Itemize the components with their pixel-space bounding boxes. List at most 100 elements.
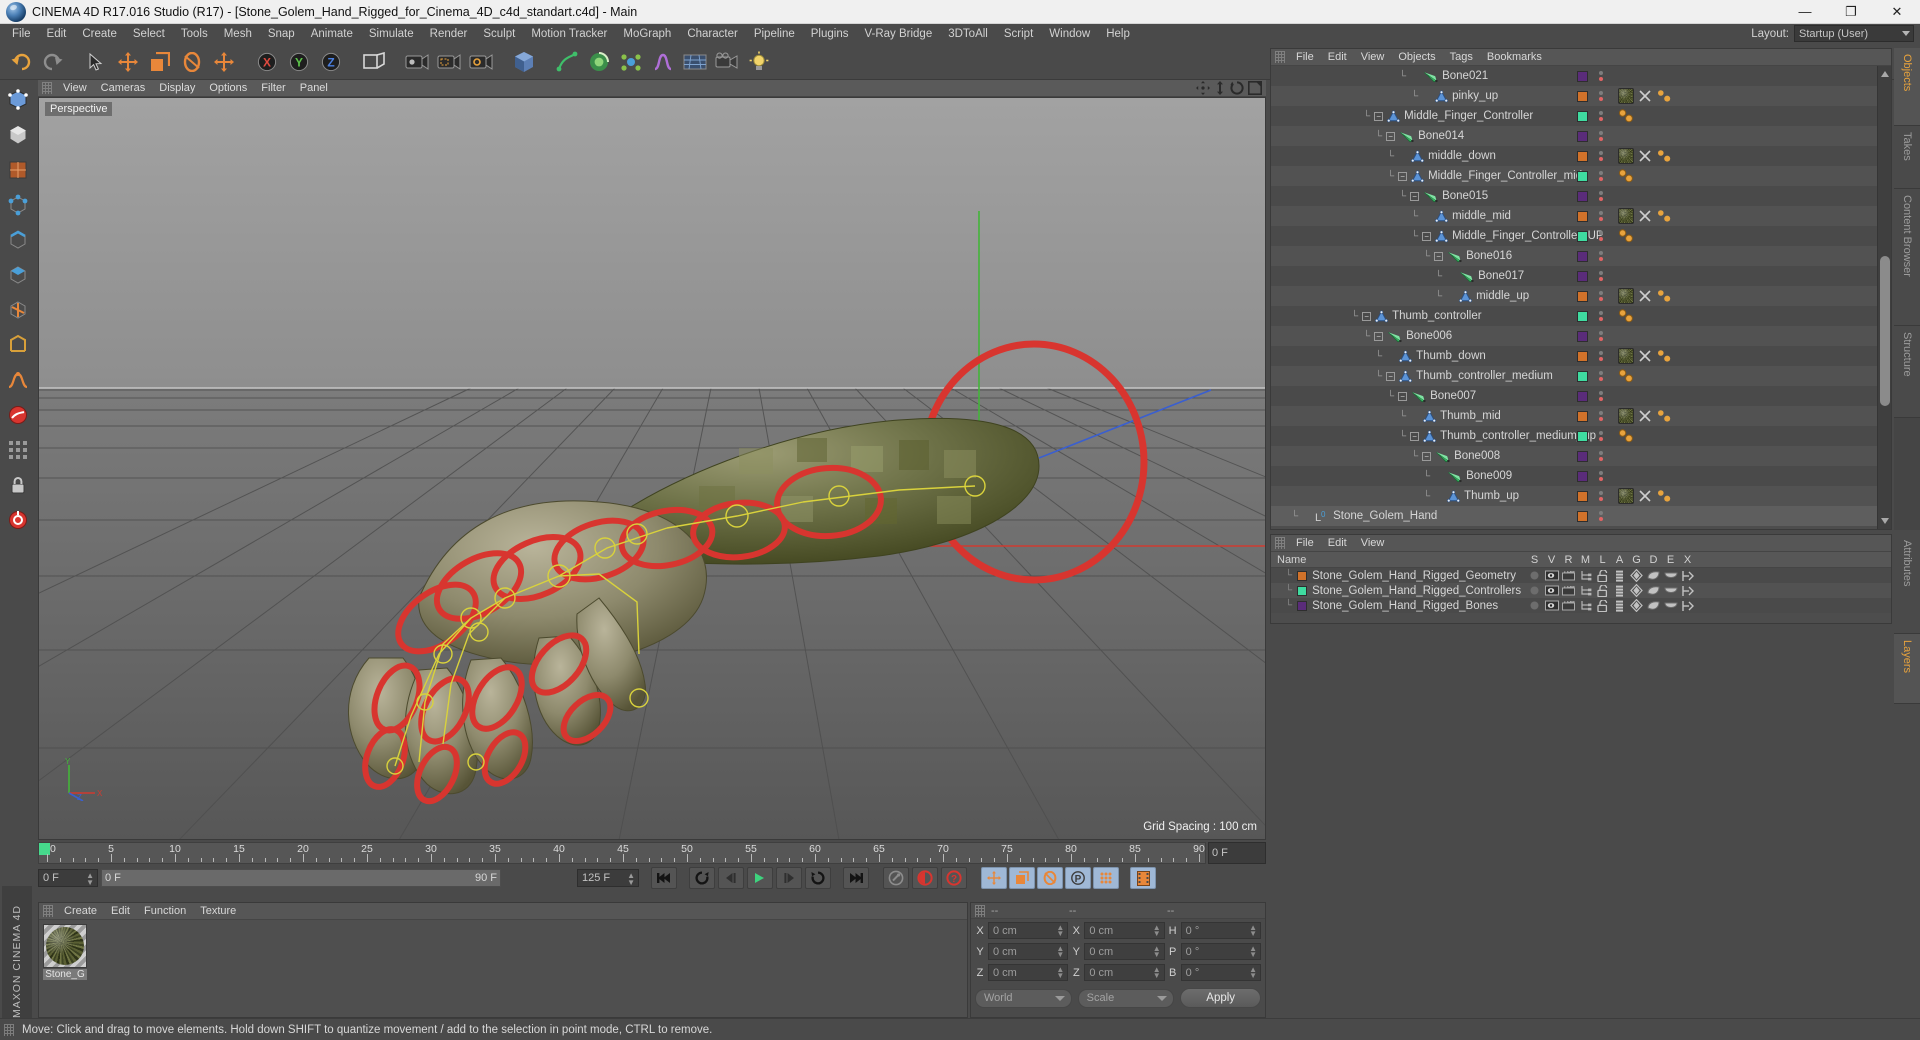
world-object-coord-button[interactable] [359,47,389,77]
polygons-mode-button[interactable] [1,258,35,292]
object-row[interactable]: └ − Middle_Finger_Controller [1271,106,1877,126]
visibility-dots[interactable] [1596,171,1606,181]
object-tag[interactable] [1635,408,1654,425]
layer-toggle-cell[interactable] [1645,600,1662,612]
generators-icon[interactable] [1630,599,1643,612]
render-visibility-dot[interactable] [1599,377,1603,381]
editor-visibility-dot[interactable] [1599,411,1603,415]
current-frame-marker[interactable] [39,843,50,855]
coord-size-field[interactable]: 0 cm ▲ ▼ [1084,943,1165,960]
layer-color-chip[interactable] [1577,450,1588,462]
skin-tag-icon[interactable] [1656,488,1672,504]
layer-color-chip[interactable] [1577,350,1588,362]
layer-toggle-cell[interactable] [1577,600,1594,611]
object-tag[interactable] [1616,368,1635,385]
menu-edit[interactable]: Edit [39,24,75,44]
editor-visibility-dot[interactable] [1599,171,1603,175]
next-frame-button[interactable] [776,867,802,889]
object-name-cell[interactable]: └ middle_down [1271,149,1496,163]
object-name-cell[interactable]: └ − Bone007 [1271,390,1476,403]
spinner-icon[interactable]: ▲ ▼ [1056,945,1064,959]
spline-pen-button[interactable] [552,47,582,77]
expressions-icon[interactable] [1663,571,1678,581]
weight-tag-icon[interactable] [1637,148,1653,164]
record-active-objects-button[interactable] [912,867,938,889]
material-item[interactable]: Stone_G [43,924,87,980]
visibility-dots[interactable] [1596,411,1606,421]
layer-color-chip[interactable] [1577,490,1588,502]
coord-size-field[interactable]: 0 cm ▲ ▼ [1084,964,1165,981]
deformers-icon[interactable] [1646,600,1661,612]
object-name-cell[interactable]: └ − Bone008 [1271,450,1500,463]
render-visibility-dot[interactable] [1599,177,1603,181]
object-name-cell[interactable]: └ − Thumb_controller [1271,309,1482,323]
panel-grip-icon-objects[interactable] [1275,51,1285,63]
expressions-icon[interactable] [1663,601,1678,611]
collapse-toggle[interactable]: − [1386,371,1396,381]
viewport-menu-panel[interactable]: Panel [293,82,335,94]
constraint-tag-icon[interactable] [1618,428,1634,444]
material-menu-function[interactable]: Function [137,905,193,917]
deformers-icon[interactable] [1646,570,1661,582]
collapse-toggle[interactable]: − [1434,251,1444,261]
menu-select[interactable]: Select [125,24,173,44]
visibility-dots[interactable] [1596,231,1606,241]
layer-toggle-cell[interactable] [1560,600,1577,611]
layer-column-m[interactable]: M [1577,554,1594,566]
object-tag[interactable] [1654,488,1673,505]
lock-open-icon[interactable] [1597,599,1608,612]
max-frames-input[interactable]: 125 F ▲ ▼ [577,869,639,887]
spinner-icon[interactable]: ▲ ▼ [86,872,94,887]
next-keyframe-button[interactable] [805,867,831,889]
panel-grip-icon-status[interactable] [4,1023,14,1036]
editor-visibility-dot[interactable] [1599,91,1603,95]
menu-script[interactable]: Script [996,24,1041,44]
menu-v-ray-bridge[interactable]: V-Ray Bridge [856,24,940,44]
play-button[interactable] [747,867,773,889]
stone-golem-hand-model[interactable] [39,98,1265,840]
layer-toggle-cell[interactable] [1594,599,1611,612]
visibility-dots[interactable] [1596,471,1606,481]
object-row[interactable]: └ Bone017 [1271,266,1877,286]
layer-toggle-cell[interactable] [1526,585,1543,596]
render-visibility-dot[interactable] [1599,457,1603,461]
camera-button[interactable] [712,47,742,77]
layer-menu-view[interactable]: View [1354,537,1392,549]
nurbs-button[interactable] [584,47,614,77]
move-button[interactable] [113,47,143,77]
tab-structure[interactable]: Structure [1894,325,1920,419]
render-view-button[interactable] [402,47,432,77]
visibility-eye-icon[interactable] [1544,600,1559,611]
layer-toggle-cell[interactable] [1628,599,1645,612]
generators-icon[interactable] [1630,569,1643,582]
editor-visibility-dot[interactable] [1599,451,1603,455]
visibility-dots[interactable] [1596,291,1606,301]
timeline-current-frame-field[interactable]: 0 F [1208,842,1266,864]
object-menu-tags[interactable]: Tags [1443,51,1480,63]
panel-grip-icon[interactable] [42,82,52,94]
editor-visibility-dot[interactable] [1599,151,1603,155]
collapse-toggle[interactable]: − [1398,171,1408,181]
render-clapper-icon[interactable] [1562,570,1575,581]
render-visibility-dot[interactable] [1599,97,1603,101]
panel-grip-icon-coords[interactable] [975,904,985,917]
material-tag-icon[interactable] [1617,348,1634,364]
spinner-icon[interactable]: ▲ ▼ [1153,924,1161,938]
menu-pipeline[interactable]: Pipeline [746,24,803,44]
go-to-start-button[interactable] [651,867,677,889]
timeline-ruler[interactable]: 0 5 10 15 20 25 30 35 40 45 50 55 60 65 70 75 80 85 90 [38,842,1206,864]
panel-grip-icon-materials[interactable] [43,905,53,917]
object-tag[interactable] [1654,348,1673,365]
visibility-dots[interactable] [1596,331,1606,341]
object-tag[interactable] [1616,208,1635,225]
collapse-toggle[interactable]: − [1398,391,1408,401]
position-key-button[interactable] [981,867,1007,889]
soft-selection-button[interactable] [1,363,35,397]
collapse-toggle[interactable]: − [1374,111,1384,121]
layer-color-chip[interactable] [1577,130,1588,142]
lock-workplane-button[interactable] [1,468,35,502]
object-row[interactable]: └ middle_down [1271,146,1877,166]
material-menu-texture[interactable]: Texture [193,905,243,917]
object-tree-scrollbar[interactable] [1877,66,1891,529]
render-visibility-dot[interactable] [1599,357,1603,361]
